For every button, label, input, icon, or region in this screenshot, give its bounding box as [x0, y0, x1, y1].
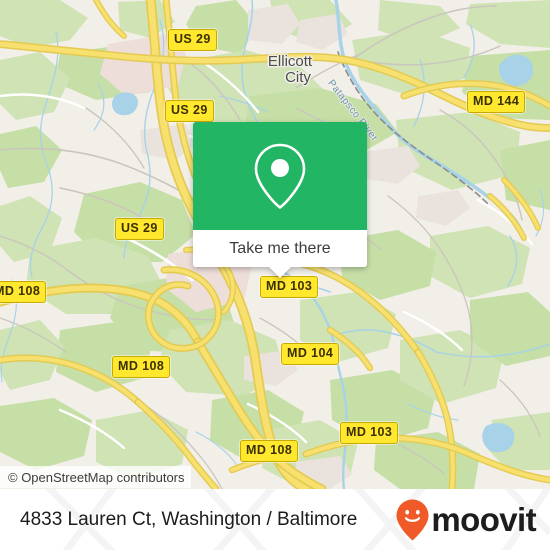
moovit-logo[interactable]: moovit	[396, 499, 537, 541]
road-shield-md-108[interactable]: MD 108	[112, 356, 171, 378]
moovit-smiley-pin-icon	[396, 499, 429, 540]
road-shield-md-108[interactable]: MD 108	[240, 440, 299, 462]
road-shield-us-29[interactable]: US 29	[115, 218, 164, 240]
footer-bar: 4833 Lauren Ct, Washington / Baltimore m…	[0, 489, 550, 550]
map-attribution[interactable]: © OpenStreetMap contributors	[0, 466, 191, 488]
card-footer[interactable]: Take me there	[193, 230, 367, 278]
moovit-map-screenshot: .g { fill:#cfe3b4; } .g2 { fill:#c6dfa6;…	[0, 0, 550, 550]
road-shield-md-103[interactable]: MD 103	[340, 422, 399, 444]
road-shield-md-108[interactable]: MD 108	[0, 281, 47, 303]
moovit-wordmark: moovit	[431, 501, 536, 538]
road-shield-md-103[interactable]: MD 103	[260, 276, 319, 298]
road-shield-md-144[interactable]: MD 144	[467, 91, 526, 113]
map-pin-icon	[254, 143, 306, 209]
road-shield-us-29[interactable]: US 29	[168, 29, 217, 51]
location-address: 4833 Lauren Ct, Washington / Baltimore	[20, 508, 358, 530]
take-me-there-label: Take me there	[229, 239, 331, 257]
road-shield-md-104[interactable]: MD 104	[281, 343, 340, 365]
map-canvas[interactable]: .g { fill:#cfe3b4; } .g2 { fill:#c6dfa6;…	[0, 0, 550, 489]
take-me-there-card[interactable]: Take me there	[193, 122, 367, 278]
card-pointer-tail	[269, 267, 291, 278]
card-header	[193, 122, 367, 230]
attribution-text: © OpenStreetMap contributors	[8, 469, 185, 485]
road-shield-us-29[interactable]: US 29	[165, 100, 214, 122]
